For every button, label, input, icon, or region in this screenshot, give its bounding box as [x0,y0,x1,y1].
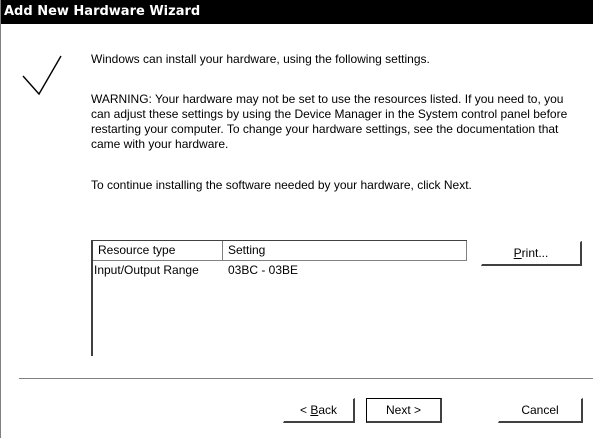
separator-line [19,378,593,380]
intro-text: Windows can install your hardware, using… [91,52,430,66]
add-hardware-wizard-window: Add New Hardware Wizard Windows can inst… [0,0,593,438]
print-button[interactable]: Print... [481,241,582,266]
continue-text: To continue installing the software need… [91,178,472,192]
title-bar[interactable]: Add New Hardware Wizard [1,0,593,24]
print-label-accel: P [513,246,522,260]
column-header-resource-type[interactable]: Resource type [93,241,223,260]
list-item[interactable]: Input/Output Range 03BC - 03BE [93,262,467,278]
next-button[interactable]: Next > [366,398,442,423]
cancel-button[interactable]: Cancel [498,398,583,423]
back-label-prefix: < [299,403,311,417]
print-label-suffix: rint... [521,246,549,260]
column-header-setting[interactable]: Setting [223,241,467,260]
window-title: Add New Hardware Wizard [4,4,201,19]
back-button[interactable]: < Back [283,398,355,423]
checkmark-arrow-icon [22,55,62,96]
setting-cell: 03BC - 03BE [228,263,299,277]
list-header: Resource type Setting [93,241,467,261]
resource-list[interactable]: Resource type Setting Input/Output Range… [91,240,467,356]
warning-text: WARNING: Your hardware may not be set to… [91,92,568,151]
resource-type-cell: Input/Output Range [94,263,199,277]
back-label-suffix: ack [318,403,338,417]
